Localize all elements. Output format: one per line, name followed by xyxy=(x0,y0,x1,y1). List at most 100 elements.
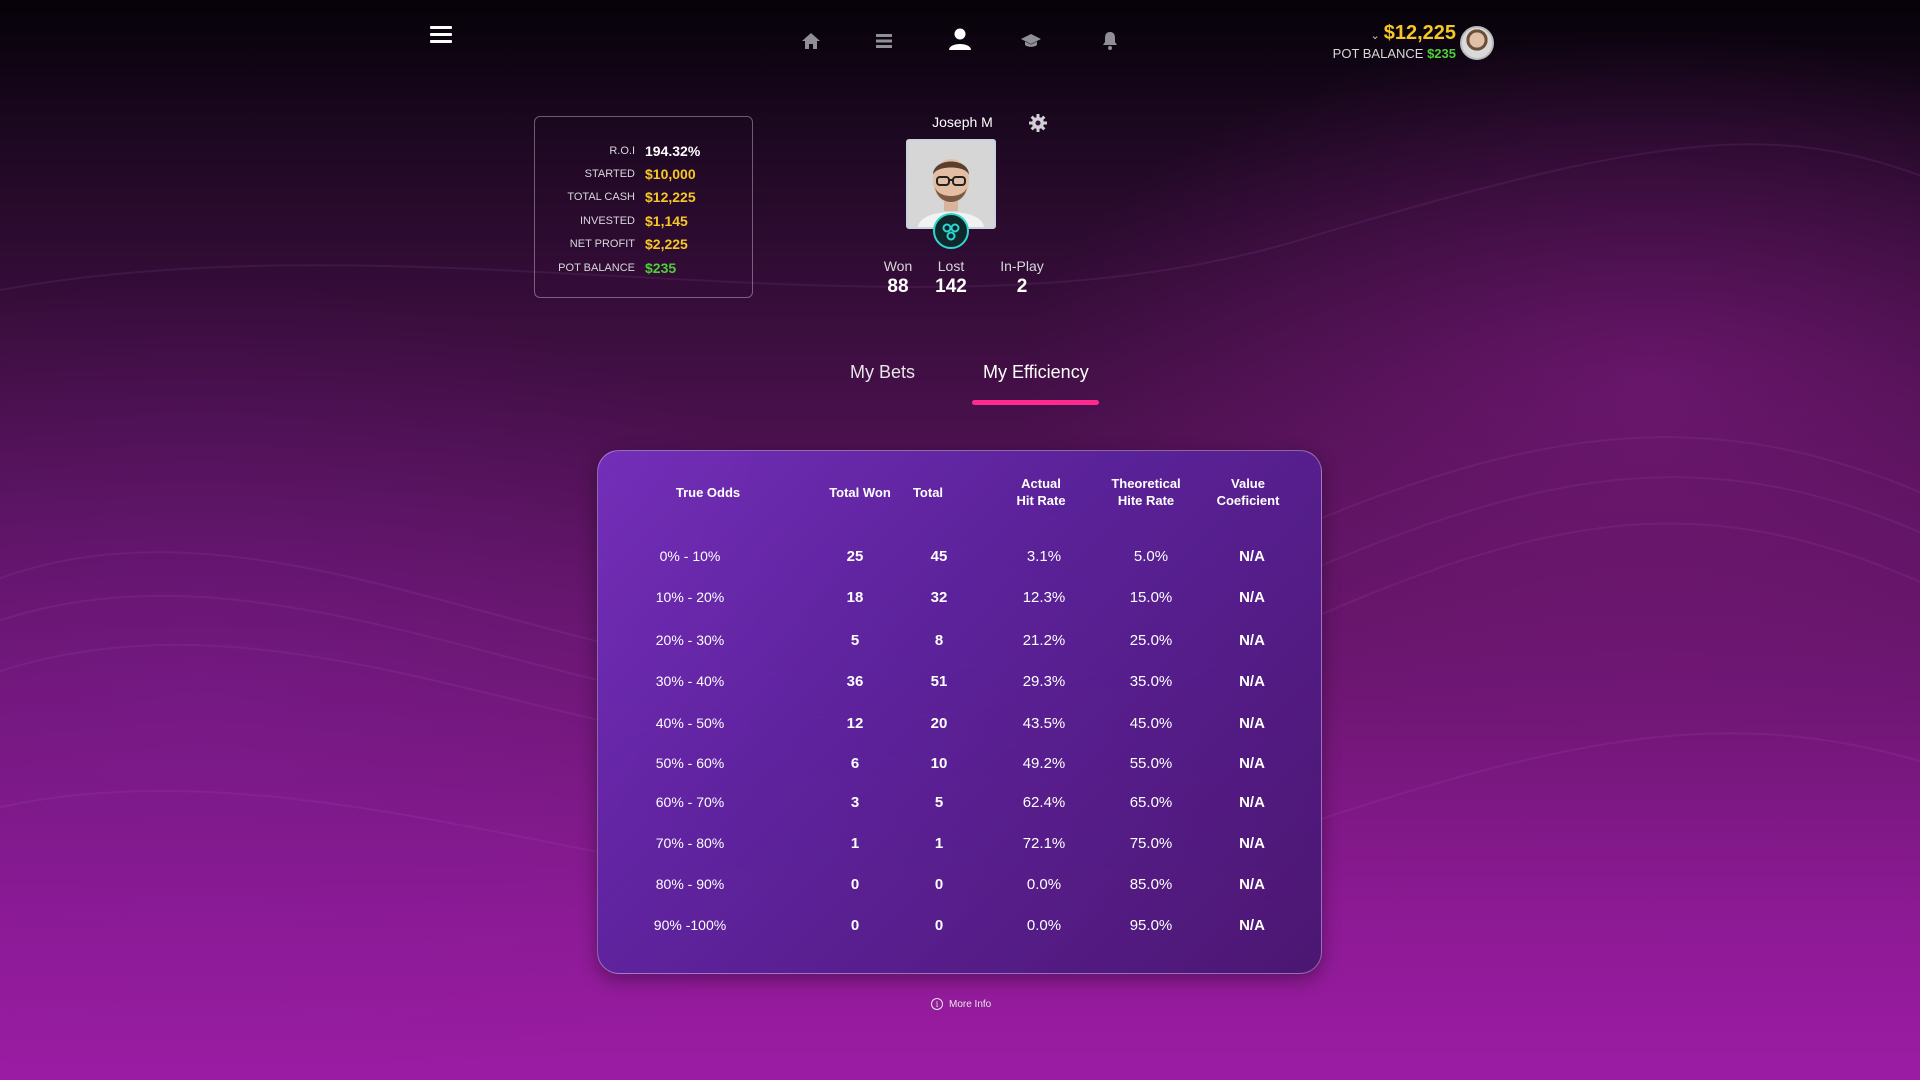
stat-label: INVESTED xyxy=(579,214,635,227)
cell-value-coefficient: N/A xyxy=(1239,917,1265,934)
stat-row-pot-balance: POT BALANCE $235 xyxy=(535,256,752,279)
stat-value: $2,225 xyxy=(645,236,688,253)
pot-balance-value: $235 xyxy=(1427,46,1456,61)
stat-row-roi: R.O.I 194.32% xyxy=(535,139,752,162)
cell-actual-hit-rate: 0.0% xyxy=(1026,917,1062,934)
won-stat: Won 88 xyxy=(868,258,928,298)
tab-my-bets[interactable]: My Bets xyxy=(850,362,915,383)
top-bar: ⌄ $12,225 POT BALANCE $235 xyxy=(0,0,1920,80)
gas-mask-badge-icon xyxy=(933,213,969,249)
efficiency-table: True Odds Total Won Total Actual Hit Rat… xyxy=(597,450,1322,974)
cell-value-coefficient: N/A xyxy=(1239,632,1265,649)
stat-label: TOTAL CASH xyxy=(567,191,635,204)
stat-row-net-profit: NET PROFIT $2,225 xyxy=(535,233,752,256)
header-total-won: Total Won xyxy=(829,485,891,500)
cell-theoretical-hit-rate: 55.0% xyxy=(1129,755,1173,772)
hamburger-menu-icon[interactable] xyxy=(430,26,452,44)
header-true-odds: True Odds xyxy=(675,485,741,500)
cell-theoretical-hit-rate: 65.0% xyxy=(1129,794,1173,811)
cell-total: 5 xyxy=(934,794,944,811)
stat-value: 194.32% xyxy=(645,142,701,159)
chevron-down-icon[interactable]: ⌄ xyxy=(1370,29,1379,42)
header-actual-line2: Hit Rate xyxy=(1016,493,1066,508)
tab-my-efficiency[interactable]: My Efficiency xyxy=(983,362,1089,383)
cell-theoretical-hit-rate: 85.0% xyxy=(1129,876,1173,893)
cell-range: 80% - 90% xyxy=(655,876,725,892)
user-avatar[interactable] xyxy=(1460,26,1494,60)
cell-value-coefficient: N/A xyxy=(1239,755,1265,772)
pot-balance-label: POT BALANCE xyxy=(1332,46,1424,61)
cell-value-coefficient: N/A xyxy=(1239,835,1265,852)
stat-value: $235 xyxy=(645,259,677,276)
inplay-value: 2 xyxy=(1016,276,1028,297)
cell-total-won: 25 xyxy=(846,548,864,565)
cell-theoretical-hit-rate: 95.0% xyxy=(1129,917,1173,934)
lost-value: 142 xyxy=(935,276,967,297)
cell-total: 8 xyxy=(934,632,944,649)
nav-list[interactable] xyxy=(870,27,898,55)
nav-learn[interactable] xyxy=(1017,27,1045,55)
nav-profile[interactable] xyxy=(946,25,974,53)
cell-theoretical-hit-rate: 25.0% xyxy=(1129,632,1173,649)
cell-total: 10 xyxy=(930,755,948,772)
nav-notifications[interactable] xyxy=(1096,27,1124,55)
cell-theoretical-hit-rate: 75.0% xyxy=(1129,835,1173,852)
cell-actual-hit-rate: 62.4% xyxy=(1022,794,1066,811)
cell-total-won: 18 xyxy=(846,589,864,606)
more-info-label: More Info xyxy=(949,998,992,1010)
bell-icon xyxy=(1103,32,1117,50)
stat-label: NET PROFIT xyxy=(569,238,635,251)
inplay-stat: In-Play 2 xyxy=(992,258,1052,298)
user-icon xyxy=(949,28,971,50)
cell-total-won: 5 xyxy=(850,632,860,649)
active-tab-indicator xyxy=(972,400,1099,405)
stat-label: R.O.I xyxy=(609,144,635,157)
header-theoretical-line2: Hite Rate xyxy=(1117,493,1175,508)
home-icon xyxy=(802,33,820,49)
cell-total-won: 1 xyxy=(850,835,860,852)
header-theoretical-hit-rate: Theoretical Hite Rate xyxy=(1096,475,1196,509)
cell-total-won: 0 xyxy=(850,917,860,934)
cell-value-coefficient: N/A xyxy=(1239,673,1265,690)
stat-row-invested: INVESTED $1,145 xyxy=(535,209,752,232)
cell-theoretical-hit-rate: 35.0% xyxy=(1129,673,1173,690)
cell-actual-hit-rate: 49.2% xyxy=(1022,755,1066,772)
cell-range: 30% - 40% xyxy=(655,673,725,689)
cell-total-won: 12 xyxy=(846,715,864,732)
cell-total-won: 6 xyxy=(850,755,860,772)
cell-actual-hit-rate: 0.0% xyxy=(1026,876,1062,893)
cell-total: 45 xyxy=(930,548,948,565)
stat-row-started: STARTED $10,000 xyxy=(535,162,752,185)
nav-home[interactable] xyxy=(797,27,825,55)
balance-amount: $12,225 xyxy=(1383,22,1456,44)
cell-actual-hit-rate: 29.3% xyxy=(1022,673,1066,690)
cell-total: 51 xyxy=(930,673,948,690)
cell-range: 70% - 80% xyxy=(655,835,725,851)
cell-total-won: 0 xyxy=(850,876,860,893)
cell-actual-hit-rate: 3.1% xyxy=(1026,548,1062,565)
cell-theoretical-hit-rate: 45.0% xyxy=(1129,715,1173,732)
more-info-link[interactable]: i More Info xyxy=(931,998,991,1010)
header-total: Total xyxy=(912,485,944,500)
cell-range: 0% - 10% xyxy=(659,548,721,564)
list-icon xyxy=(876,34,892,48)
won-label: Won xyxy=(883,258,913,274)
cell-range: 50% - 60% xyxy=(655,755,725,771)
header-value-line2: Coeficient xyxy=(1216,493,1280,508)
header-value-line1: Value xyxy=(1231,476,1265,491)
header-theoretical-line1: Theoretical xyxy=(1111,476,1181,491)
stat-label: POT BALANCE xyxy=(558,261,635,274)
lost-label: Lost xyxy=(937,258,965,274)
cell-total: 1 xyxy=(934,835,944,852)
cell-theoretical-hit-rate: 15.0% xyxy=(1129,589,1173,606)
cell-total: 0 xyxy=(934,876,944,893)
balance-widget[interactable]: ⌄ $12,225 POT BALANCE $235 xyxy=(1333,22,1456,61)
stat-value: $10,000 xyxy=(645,166,696,183)
settings-gear-icon[interactable] xyxy=(1028,113,1048,133)
cell-range: 10% - 20% xyxy=(655,589,725,605)
cell-total-won: 36 xyxy=(846,673,864,690)
cell-range: 60% - 70% xyxy=(655,794,725,810)
cell-total-won: 3 xyxy=(850,794,860,811)
cell-range: 40% - 50% xyxy=(655,715,725,731)
profile-name: Joseph M xyxy=(932,114,993,130)
